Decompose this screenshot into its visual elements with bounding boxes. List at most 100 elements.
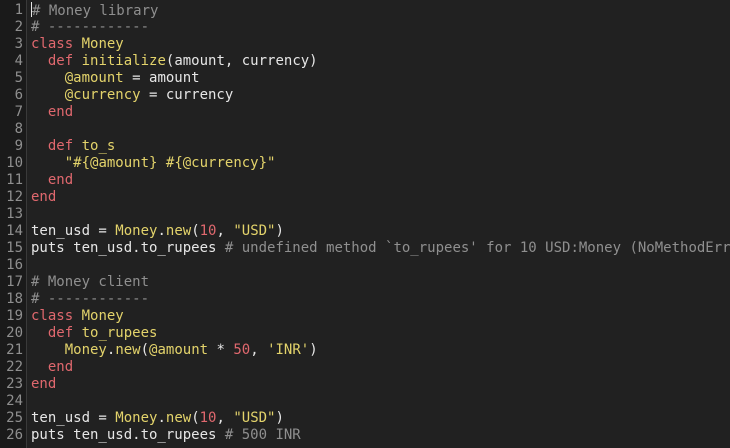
line-number-text: 6: [14, 87, 23, 103]
line-number: 5: [0, 70, 23, 87]
code-line[interactable]: def to_s: [31, 138, 115, 155]
line-number-text: 18: [6, 291, 23, 307]
code-token: # undefined method `to_rupees' for 10 US…: [224, 240, 730, 256]
code-token: to_s: [81, 138, 116, 154]
code-token: new: [115, 342, 141, 358]
code-token: puts ten_usd.to_rupees: [31, 240, 225, 256]
line-number-text: 26: [6, 427, 23, 443]
code-line[interactable]: # ------------: [31, 19, 149, 36]
code-line[interactable]: @amount = amount: [31, 70, 200, 87]
line-number-text: 12: [6, 189, 23, 205]
code-token: ten_usd =: [31, 223, 116, 239]
code-line[interactable]: end: [31, 172, 73, 189]
code-token: Money: [81, 36, 124, 52]
line-number-text: 13: [6, 206, 23, 222]
code-token: end: [47, 359, 74, 375]
line-number-text: 4: [14, 53, 23, 69]
code-editor[interactable]: 1 2 3 4 5 6 7 8 9 10 11 12 13 14 15 16 17 18 19 20 21 22 23 24 2…: [0, 0, 730, 448]
code-token: Money: [115, 410, 158, 426]
line-number: 4: [0, 53, 23, 70]
line-number-text: 2: [14, 19, 23, 35]
code-line[interactable]: ten_usd = Money.new(10, "USD"): [31, 410, 284, 427]
line-number-text: 22: [6, 359, 23, 375]
code-token: def: [47, 325, 74, 341]
code-line[interactable]: puts ten_usd.to_rupees # 500 INR: [31, 427, 301, 444]
line-number-text: 10: [6, 155, 23, 171]
code-line[interactable]: Money.new(@amount * 50, 'INR'): [31, 342, 318, 359]
code-token: new: [165, 410, 192, 426]
code-line[interactable]: class Money: [31, 36, 124, 53]
code-token: to_rupees: [81, 325, 158, 341]
code-line[interactable]: puts ten_usd.to_rupees # undefined metho…: [31, 240, 730, 257]
code-line[interactable]: # ------------: [31, 291, 149, 308]
code-token: class: [31, 36, 74, 52]
code-line[interactable]: @currency = currency: [31, 87, 234, 104]
code-line[interactable]: end: [31, 376, 56, 393]
line-number: 2: [0, 19, 23, 36]
line-number: 13: [0, 206, 23, 223]
line-number: 18: [0, 291, 23, 308]
code-token: # Money library: [32, 3, 159, 19]
code-token: = currency: [140, 87, 234, 103]
code-token: new: [165, 223, 192, 239]
line-number-text: 1: [14, 2, 23, 18]
line-number-text: 9: [14, 138, 23, 154]
line-number-text: 19: [6, 308, 23, 324]
code-line[interactable]: class Money: [31, 308, 124, 325]
code-token: = amount: [123, 70, 200, 86]
code-token: # ------------: [31, 19, 150, 35]
line-number: 12: [0, 189, 23, 206]
code-token: ,: [250, 342, 268, 358]
line-number: 24: [0, 393, 23, 410]
code-token: Money: [115, 223, 158, 239]
code-token: @amount: [149, 342, 209, 358]
line-number: 9: [0, 138, 23, 155]
code-token: Money: [64, 342, 107, 358]
code-token: } #{: [149, 155, 183, 171]
line-number: 14: [0, 223, 23, 240]
code-token: *: [208, 342, 234, 358]
code-line[interactable]: def initialize(amount, currency): [31, 53, 318, 70]
code-line[interactable]: # Money client: [31, 274, 149, 291]
code-token: .: [157, 223, 166, 239]
code-token: ): [275, 410, 284, 426]
line-number-text: 23: [6, 376, 23, 392]
code-line[interactable]: # Money library: [31, 2, 158, 19]
line-number-text: 7: [14, 104, 23, 120]
code-token: "#{: [64, 155, 91, 171]
line-number: 23: [0, 376, 23, 393]
line-number-text: 24: [6, 393, 23, 409]
code-token: end: [31, 189, 57, 205]
code-token: @amount: [64, 70, 124, 86]
code-token: @amount: [90, 155, 150, 171]
code-line[interactable]: end: [31, 104, 73, 121]
code-line[interactable]: def to_rupees: [31, 325, 158, 342]
line-number: 17: [0, 274, 23, 291]
line-number-text: 16: [6, 257, 23, 273]
code-token: (: [191, 410, 200, 426]
code-line[interactable]: ten_usd = Money.new(10, "USD"): [31, 223, 284, 240]
line-number-text: 20: [6, 325, 23, 341]
code-token: initialize: [81, 53, 166, 69]
code-token: class: [31, 308, 74, 324]
code-line[interactable]: end: [31, 189, 56, 206]
code-token: (: [140, 342, 150, 358]
code-token: @currency: [64, 87, 141, 103]
line-number-text: 25: [6, 410, 23, 426]
code-line[interactable]: end: [31, 359, 73, 376]
code-line[interactable]: "#{@amount} #{@currency}": [31, 155, 276, 172]
code-token: # ------------: [31, 291, 150, 307]
code-token: end: [31, 376, 57, 392]
code-token: end: [47, 104, 74, 120]
line-number: 1: [0, 2, 23, 19]
